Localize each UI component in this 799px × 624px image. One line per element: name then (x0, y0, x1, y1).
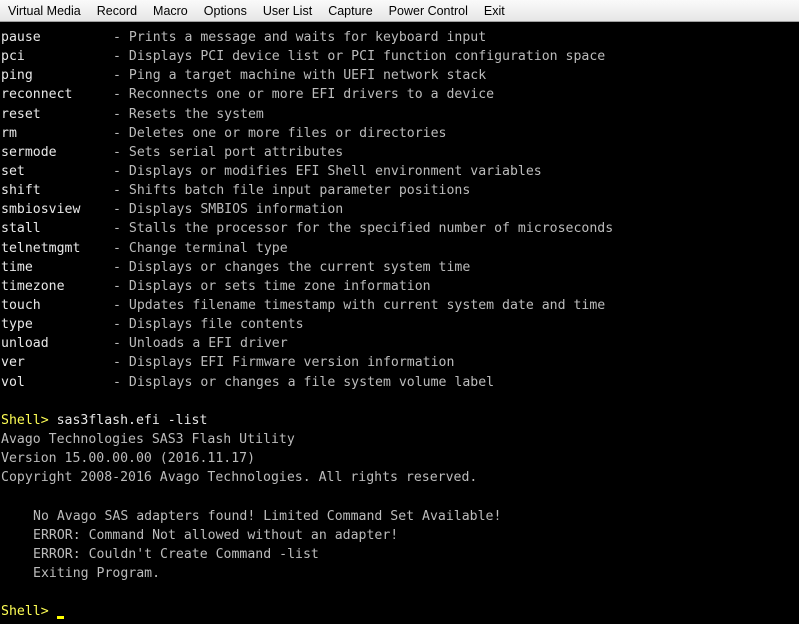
output-line: Version 15.00.00.00 (2016.11.17) (0, 449, 799, 468)
help-command: shift (1, 183, 41, 199)
menu-capture[interactable]: Capture (320, 0, 380, 22)
help-description: - Shifts batch file input parameter posi… (113, 183, 471, 199)
help-description: - Displays SMBIOS information (113, 202, 344, 218)
help-command: type (1, 317, 33, 333)
help-line-vol: vol - Displays or changes a file system v… (0, 373, 799, 392)
menu-bar: Virtual Media Record Macro Options User … (0, 0, 799, 22)
menu-macro[interactable]: Macro (145, 0, 196, 22)
help-command: sermode (1, 144, 57, 160)
help-description: - Sets serial port attributes (113, 144, 344, 160)
help-description: - Displays or modifies EFI Shell environ… (113, 163, 542, 179)
output-text: Avago Technologies SAS3 Flash Utility (1, 431, 295, 447)
command-line: Shell> sas3flash.efi -list (0, 411, 799, 430)
text-cursor (56, 616, 64, 620)
help-command: ping (1, 68, 33, 84)
help-command: timezone (1, 278, 65, 294)
output-line: Avago Technologies SAS3 Flash Utility (0, 430, 799, 449)
help-description: - Unloads a EFI driver (113, 336, 288, 352)
help-description: - Stalls the processor for the specified… (113, 221, 614, 237)
help-command: touch (1, 297, 41, 313)
message-line: Exiting Program. (0, 564, 799, 583)
help-command: reset (1, 106, 41, 122)
help-description: - Ping a target machine with UEFI networ… (113, 68, 487, 84)
error-text: ERROR: Command Not allowed without an ad… (33, 527, 399, 543)
help-command: set (1, 163, 25, 179)
message-text: Exiting Program. (33, 565, 161, 581)
help-description: - Deletes one or more files or directori… (113, 125, 447, 141)
output-line: Copyright 2008-2016 Avago Technologies. … (0, 468, 799, 487)
help-command: rm (1, 125, 17, 141)
help-description: - Displays or sets time zone information (113, 278, 431, 294)
help-line-time: time - Displays or changes the current sy… (0, 258, 799, 277)
message-line: ERROR: Command Not allowed without an ad… (0, 526, 799, 545)
help-command: smbiosview (1, 202, 81, 218)
shell-prompt: Shell> (1, 412, 49, 428)
message-line: No Avago SAS adapters found! Limited Com… (0, 507, 799, 526)
help-line-type: type - Displays file contents (0, 315, 799, 334)
help-line-stall: stall - Stalls the processor for the spec… (0, 219, 799, 238)
help-description: - Displays or changes the current system… (113, 259, 471, 275)
entered-command: sas3flash.efi -list (48, 412, 208, 428)
help-description: - Displays EFI Firmware version informat… (113, 355, 455, 371)
menu-power-control[interactable]: Power Control (381, 0, 476, 22)
help-line-smbiosview: smbiosview - Displays SMBIOS information (0, 200, 799, 219)
help-line-ver: ver - Displays EFI Firmware version infor… (0, 353, 799, 372)
help-line-set: set - Displays or modifies EFI Shell envi… (0, 162, 799, 181)
help-command: unload (1, 336, 49, 352)
input-line[interactable]: Shell> (0, 602, 799, 621)
help-command: stall (1, 221, 41, 237)
help-line-rm: rm - Deletes one or more files or directo… (0, 124, 799, 143)
help-description: - Displays or changes a file system volu… (113, 374, 495, 390)
output-text: Copyright 2008-2016 Avago Technologies. … (1, 470, 478, 486)
message-text: No Avago SAS adapters found! Limited Com… (33, 508, 502, 524)
help-line-sermode: sermode - Sets serial port attributes (0, 143, 799, 162)
help-description: - Resets the system (113, 106, 264, 122)
shell-prompt: Shell> (1, 604, 49, 620)
output-text: Version 15.00.00.00 (2016.11.17) (1, 451, 256, 467)
help-line-ping: ping - Ping a target machine with UEFI ne… (0, 66, 799, 85)
help-command: vol (1, 374, 25, 390)
message-line: ERROR: Couldn't Create Command -list (0, 545, 799, 564)
menu-exit[interactable]: Exit (476, 0, 513, 22)
help-description: - Change terminal type (113, 240, 288, 256)
menu-virtual-media[interactable]: Virtual Media (0, 0, 89, 22)
help-line-pause: pause - Prints a message and waits for ke… (0, 28, 799, 47)
help-description: - Displays file contents (113, 317, 304, 333)
help-description: - Prints a message and waits for keyboar… (113, 30, 487, 45)
help-description: - Reconnects one or more EFI drivers to … (113, 87, 495, 103)
help-command: pci (1, 49, 25, 65)
help-line-touch: touch - Updates filename timestamp with c… (0, 296, 799, 315)
error-text: ERROR: Couldn't Create Command -list (33, 546, 319, 562)
help-line-shift: shift - Shifts batch file input parameter… (0, 181, 799, 200)
help-line-timezone: timezone - Displays or sets time zone inf… (0, 277, 799, 296)
help-line-unload: unload - Unloads a EFI driver (0, 334, 799, 353)
help-command: time (1, 259, 33, 275)
help-command: telnetmgmt (1, 240, 81, 256)
help-command: reconnect (1, 87, 73, 103)
help-description: - Displays PCI device list or PCI functi… (113, 49, 606, 65)
help-line-telnetmgmt: telnetmgmt - Change terminal type (0, 239, 799, 258)
help-line-pci: pci - Displays PCI device list or PCI fun… (0, 47, 799, 66)
help-command: ver (1, 355, 25, 371)
help-description: - Updates filename timestamp with curren… (113, 297, 606, 313)
menu-user-list[interactable]: User List (255, 0, 320, 22)
console-screen[interactable]: pause - Prints a message and waits for ke… (0, 28, 799, 624)
help-line-reset: reset - Resets the system (0, 105, 799, 124)
menu-options[interactable]: Options (196, 0, 255, 22)
help-line-reconnect: reconnect - Reconnects one or more EFI dr… (0, 85, 799, 104)
help-command: pause (1, 30, 41, 45)
menu-record[interactable]: Record (89, 0, 145, 22)
